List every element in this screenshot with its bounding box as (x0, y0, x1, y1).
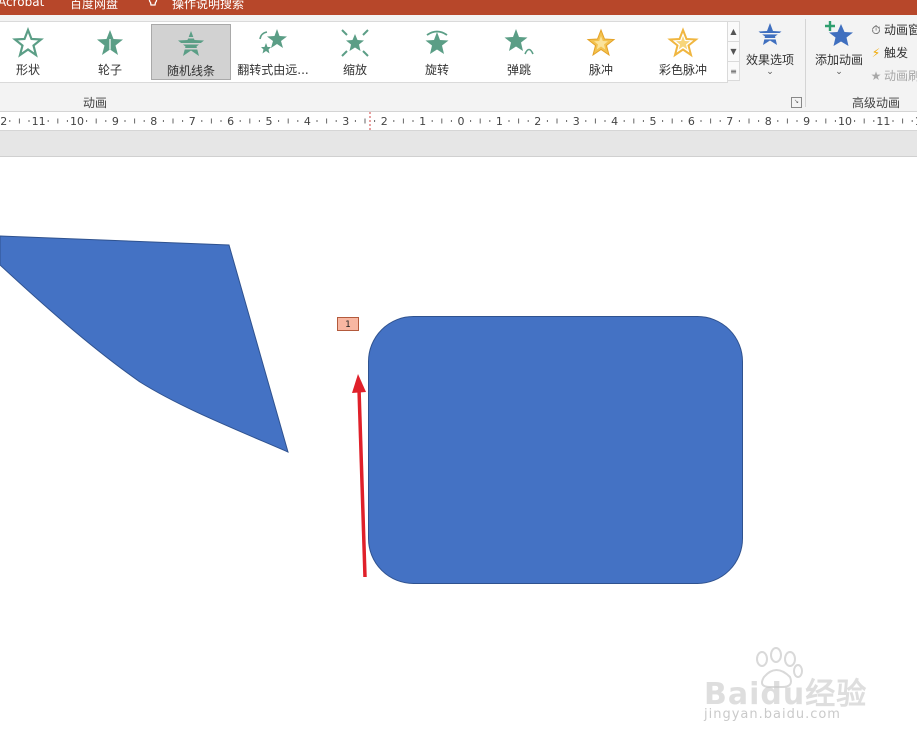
ruler-label: 4 (304, 115, 311, 128)
ruler-label: 5 (650, 115, 657, 128)
animation-painter-icon: ★ (870, 69, 882, 83)
star-wheel-icon (97, 30, 123, 55)
gallery-scrollbar[interactable]: ▲ ▼ ≡ (727, 21, 740, 81)
star-zoom-icon (341, 29, 369, 57)
tab-acrobat[interactable]: Acrobat (0, 0, 44, 9)
lightning-icon: ⚡ (871, 46, 881, 60)
animation-painter-button[interactable]: ★ 动画刷 (868, 67, 917, 87)
star-grow-turn-icon (259, 29, 287, 54)
gallery-scroll-up[interactable]: ▲ (728, 22, 739, 42)
ruler-label: 11 (32, 115, 46, 128)
add-animation-icon (825, 21, 853, 46)
gallery-item-zoom[interactable]: 缩放 (315, 24, 395, 80)
ruler-label: 8 (150, 115, 157, 128)
ruler-label: 3 (573, 115, 580, 128)
star-random-bars-icon (177, 31, 205, 56)
gallery-item-grow-turn[interactable]: 翻转式由远... (233, 24, 313, 80)
red-arrow-annotation (352, 374, 367, 578)
gallery-item-swivel[interactable]: 旋转 (397, 24, 477, 80)
ruler-label: 6 (688, 115, 695, 128)
group-label-advanced-animation: 高级动画 (852, 96, 901, 110)
ruler-label: 5 (266, 115, 273, 128)
slide-area-top-band (0, 131, 917, 157)
animation-gallery: 形状 轮子 随机线条 翻转式由远... 缩放 旋转 弹跳 脉冲 彩色脉冲 (0, 21, 728, 83)
animation-pane-button[interactable]: ⏱动画窗格 (868, 21, 917, 41)
star-bounce-icon (504, 29, 534, 55)
title-bar: Acrobat 百度网盘 操作说明搜索 (0, 0, 917, 15)
gallery-item-pulse[interactable]: 脉冲 (561, 24, 641, 80)
lightbulb-icon (148, 0, 158, 6)
ruler-label: 2 (534, 115, 541, 128)
ruler-label: 11 (876, 115, 890, 128)
ruler-label: 1 (496, 115, 503, 128)
ruler-label: 7 (189, 115, 196, 128)
gallery-item-color-pulse[interactable]: 彩色脉冲 (643, 24, 723, 80)
ruler-label: 9 (803, 115, 810, 128)
gallery-item-wheel[interactable]: 轮子 (70, 24, 150, 80)
gallery-item-shape[interactable]: 形状 (0, 24, 68, 80)
effect-options-icon (758, 23, 782, 45)
star-swivel-icon (425, 30, 449, 54)
ruler-label: 2 (381, 115, 388, 128)
horizontal-ruler[interactable]: 1211109876543210123456789101112 (0, 112, 917, 131)
trigger-button[interactable]: ⚡ 触发 (868, 44, 917, 64)
tab-baidu-netdisk[interactable]: 百度网盘 (70, 0, 118, 12)
ruler-label: 3 (342, 115, 349, 128)
animation-order-tag[interactable]: 1 (337, 317, 359, 331)
watermark-url: jingyan.baidu.com (704, 707, 841, 722)
baidu-watermark: Baidu经验 jingyan.baidu.com (700, 645, 880, 725)
gallery-scroll-down[interactable]: ▼ (728, 42, 739, 62)
gallery-item-random-bars[interactable]: 随机线条 (151, 24, 231, 80)
star-pulse-icon (586, 28, 616, 57)
ruler-ticks: 1211109876543210123456789101112 (0, 112, 917, 130)
freeform-shape[interactable] (0, 235, 289, 453)
rounded-rectangle-shape[interactable] (368, 316, 743, 584)
star-shape-icon (12, 27, 44, 58)
tell-me-search[interactable]: 操作说明搜索 (172, 0, 244, 12)
gallery-more[interactable]: ≡ (728, 62, 739, 81)
animation-ribbon: 形状 轮子 随机线条 翻转式由远... 缩放 旋转 弹跳 脉冲 彩色脉冲 ▲ ▼… (0, 15, 917, 112)
ruler-label: 9 (112, 115, 119, 128)
ruler-label: 7 (726, 115, 733, 128)
effect-options-button[interactable]: 效果选项 ⌄ (742, 21, 798, 77)
dialog-launcher-icon[interactable]: ↘ (791, 97, 802, 108)
ruler-label: 4 (611, 115, 618, 128)
add-animation-button[interactable]: 添加动画 ⌄ (811, 19, 867, 77)
ruler-label: 6 (227, 115, 234, 128)
group-label-animation: 动画 (83, 96, 108, 110)
ruler-label: 10 (838, 115, 852, 128)
clock-icon: ⏱ (871, 23, 881, 37)
ruler-label: 10 (70, 115, 84, 128)
group-separator (805, 19, 806, 107)
ruler-label: 0 (458, 115, 465, 128)
ruler-label: 1 (419, 115, 426, 128)
ruler-label: 8 (765, 115, 772, 128)
ruler-label: 12 (0, 115, 7, 128)
gallery-item-bounce[interactable]: 弹跳 (479, 24, 559, 80)
star-color-pulse-icon (667, 27, 699, 58)
